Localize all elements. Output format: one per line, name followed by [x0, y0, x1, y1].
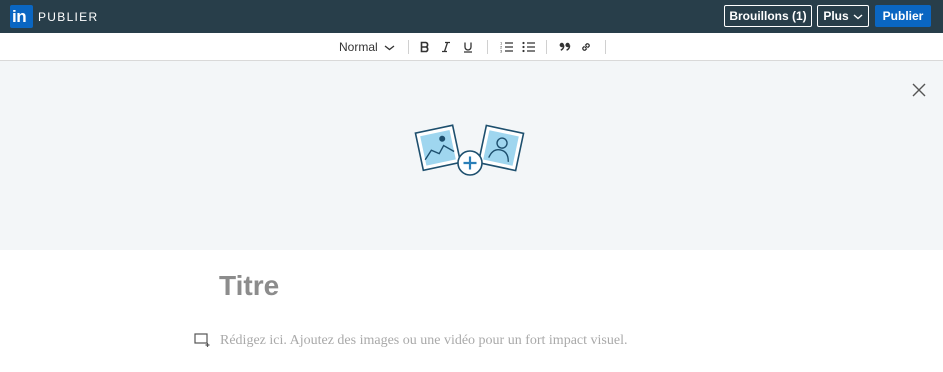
text-style-dropdown[interactable]: Normal: [339, 40, 395, 54]
linkedin-logo[interactable]: in: [10, 5, 33, 28]
publish-button-label: Publier: [882, 9, 924, 23]
toolbar-divider: [605, 40, 606, 54]
link-icon[interactable]: [578, 39, 594, 55]
add-media-icon[interactable]: [194, 333, 212, 347]
more-button[interactable]: Plus: [817, 5, 869, 27]
title-input[interactable]: Titre: [219, 270, 279, 302]
top-bar: in PUBLIER Brouillons (1) Plus Publier: [0, 0, 943, 33]
chevron-down-icon: [384, 40, 395, 54]
chevron-down-icon: [853, 9, 863, 23]
body-input[interactable]: Rédigez ici. Ajoutez des images ou une v…: [220, 333, 627, 349]
text-style-value: Normal: [339, 40, 378, 54]
cover-image-area[interactable]: [0, 61, 943, 250]
formatting-toolbar: Normal 123: [0, 33, 943, 61]
drafts-button-label: Brouillons (1): [729, 9, 807, 23]
toolbar-divider: [546, 40, 547, 54]
image-icon: [414, 124, 462, 172]
numbered-list-icon[interactable]: 123: [499, 39, 515, 55]
brand-label: PUBLIER: [38, 10, 99, 24]
italic-icon[interactable]: [438, 39, 454, 55]
svg-text:3: 3: [500, 49, 503, 54]
more-button-label: Plus: [823, 9, 849, 23]
close-icon[interactable]: [911, 82, 927, 98]
bold-icon[interactable]: [417, 39, 433, 55]
toolbar-divider: [487, 40, 488, 54]
bulleted-list-icon[interactable]: [521, 39, 537, 55]
add-cover-image-icon[interactable]: [414, 123, 526, 181]
profile-photo-icon: [477, 124, 525, 172]
toolbar-divider: [408, 40, 409, 54]
underline-icon[interactable]: [460, 39, 476, 55]
quote-icon[interactable]: [557, 39, 573, 55]
add-icon: [457, 150, 483, 176]
publish-button[interactable]: Publier: [875, 5, 931, 27]
drafts-button[interactable]: Brouillons (1): [724, 5, 812, 27]
